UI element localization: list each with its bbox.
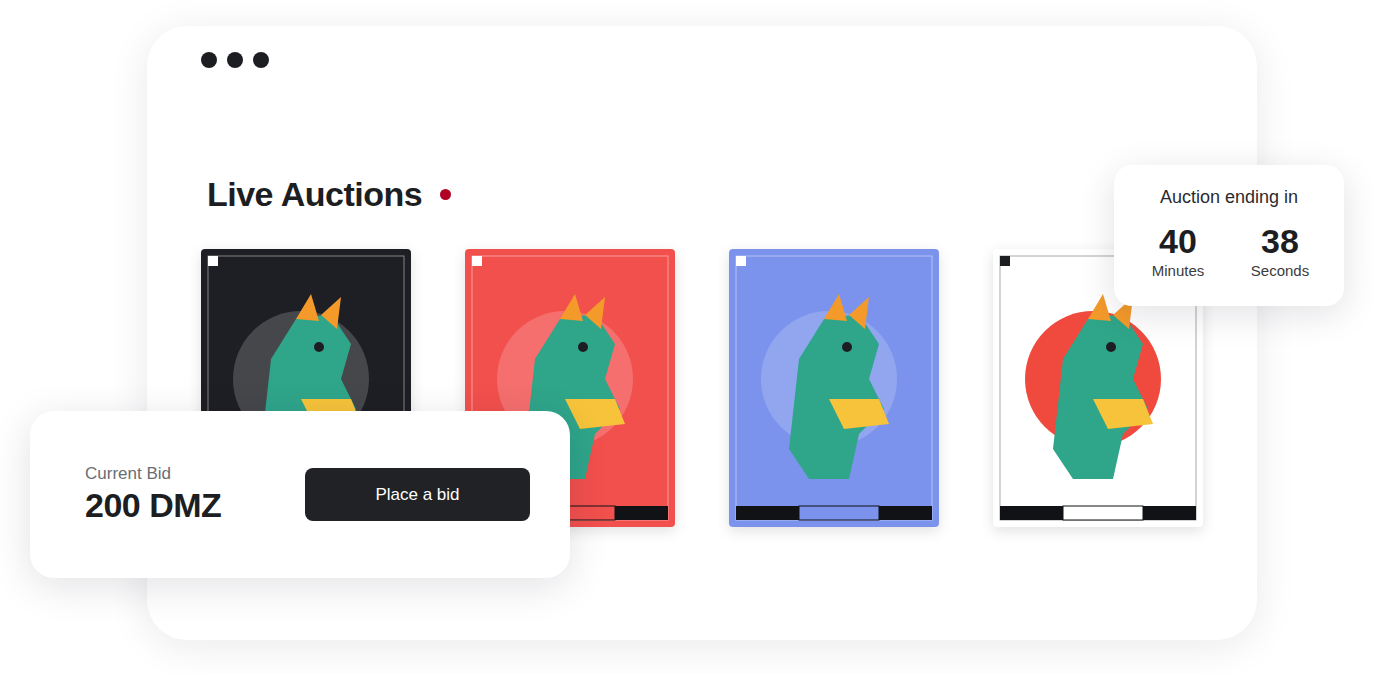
window-dot[interactable] — [201, 52, 217, 68]
bid-info: Current Bid200 DMZ — [85, 464, 221, 525]
bid-label: Current Bid — [85, 464, 221, 484]
auction-card[interactable] — [729, 249, 939, 527]
bid-panel: Current Bid200 DMZ Place a bid — [30, 411, 570, 578]
countdown-value: 40 — [1159, 222, 1197, 260]
section-header: Live Auctions — [207, 174, 1257, 214]
bid-amount: 200 DMZ — [85, 486, 221, 525]
live-indicator — [440, 189, 451, 200]
countdown-panel: Auction ending in 40 Minutes 38 Seconds — [1114, 165, 1344, 306]
countdown-unit: 40 Minutes — [1147, 222, 1209, 279]
countdown-value: 38 — [1261, 222, 1299, 260]
window-dot[interactable] — [253, 52, 269, 68]
section-title: Live Auctions — [207, 174, 422, 214]
countdown-label: Auction ending in — [1160, 187, 1298, 208]
countdown-unit-name: Minutes — [1152, 262, 1205, 279]
artwork-icon — [729, 249, 939, 527]
countdown-units: 40 Minutes 38 Seconds — [1147, 222, 1311, 279]
window-dot[interactable] — [227, 52, 243, 68]
page: Live Auctions Auction ending in 40 Minutes 3… — [0, 0, 1374, 674]
place-bid-button[interactable]: Place a bid — [305, 468, 530, 521]
window-controls — [201, 52, 1257, 68]
countdown-unit: 38 Seconds — [1249, 222, 1311, 279]
countdown-unit-name: Seconds — [1251, 262, 1309, 279]
